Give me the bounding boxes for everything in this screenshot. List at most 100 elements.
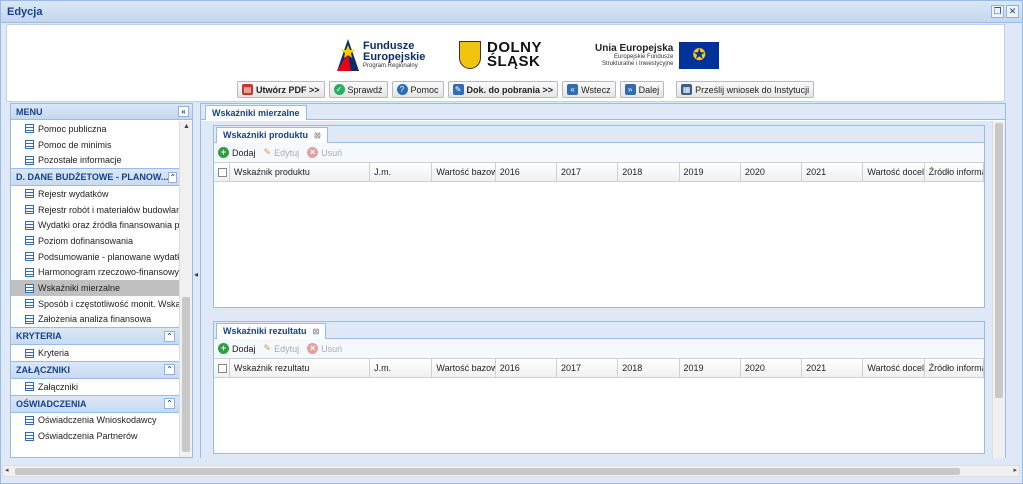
hscroll-thumb[interactable] [15,468,960,475]
group-dane-budzetowe[interactable]: D. DANE BUDŻETOWE - PLANOW... ⌃ [11,168,179,187]
add-icon: + [218,343,229,354]
edit-button[interactable]: ✎ Edytuj [264,147,300,158]
sidebar-item[interactable]: Rejestr robót i materiałów budowlanych [11,202,179,218]
eagle-shield-icon [459,41,481,69]
sidebar-item[interactable]: Harmonogram rzeczowo-finansowy [11,265,179,281]
check-button[interactable]: ✓ Sprawdź [328,81,388,98]
column-header[interactable]: 2021 [802,359,864,377]
column-header[interactable]: Wartość bazowa [432,359,496,377]
send-application-label: Prześlij wniosek do Instytucji [695,84,810,95]
sidebar-item[interactable]: Podsumowanie - planowane wydatki w [11,249,179,265]
document-list-icon [25,314,34,324]
add-button[interactable]: + Dodaj [218,343,256,354]
sidebar-item[interactable]: Załączniki [11,379,179,395]
sidebar-item[interactable]: Poziom dofinansowania [11,233,179,249]
sidebar-item[interactable]: Kryteria [11,345,179,361]
sidebar-item[interactable]: Oświadczenia Partnerów [11,428,179,444]
column-header[interactable]: 2021 [802,163,864,181]
select-all-checkbox[interactable] [214,163,230,181]
group-kryteria[interactable]: KRYTERIA ⌃ [11,327,179,346]
column-header[interactable]: 2020 [741,359,803,377]
edit-button[interactable]: ✎ Edytuj [264,343,300,354]
help-button[interactable]: ? Pomoc [391,81,444,98]
column-header[interactable]: 2018 [618,359,680,377]
create-pdf-button[interactable]: ▤ Utwórz PDF >> [237,81,325,98]
tab-label: Wskaźniki rezultatu [223,326,307,336]
add-button[interactable]: + Dodaj [218,147,256,158]
column-header[interactable]: 2017 [557,163,619,181]
column-header[interactable]: Wartość docelowa [863,359,925,377]
group-zalaczniki[interactable]: ZAŁĄCZNIKI ⌃ [11,360,179,379]
column-header[interactable]: J.m. [370,163,433,181]
sidebar-scroll-thumb[interactable] [182,297,190,452]
back-button[interactable]: « Wstecz [562,81,616,98]
sidebar-item[interactable]: Wskaźniki mierzalne [11,280,179,296]
group-oswiadczenia[interactable]: OŚWIADCZENIA ⌃ [11,394,179,413]
sidebar-item[interactable]: Oświadczenia Wnioskodawcy [11,413,179,429]
sidebar-item-label: Kryteria [38,348,70,359]
tab-result[interactable]: Wskaźniki rezultatu ⊠ [216,323,327,339]
document-list-icon [25,415,34,425]
column-header[interactable]: Wskaźnik produktu [230,163,371,181]
sidebar-item[interactable]: Wydatki oraz źródła finansowania projekt… [11,217,179,233]
logos-row: Fundusze Europejskie Program Regionalny … [337,37,720,73]
product-indicators-panel: Wskaźniki produktu ⊠ + Dodaj ✎ Edytuj × … [213,125,985,308]
scroll-up-icon[interactable]: ▲ [183,123,190,130]
sidebar-item[interactable]: Pomoc de minimis [11,137,179,153]
column-header[interactable]: 2018 [618,163,680,181]
result-indicators-panel: Wskaźniki rezultatu ⊠ + Dodaj ✎ Edytuj ×… [213,321,985,454]
document-list-icon [25,189,34,199]
sidebar-item[interactable]: Założenia analiza finansowa [11,312,179,328]
checkbox-icon [218,167,227,177]
column-header[interactable]: 2016 [496,163,557,181]
column-header[interactable]: Wskaźnik rezultatu [230,359,371,377]
column-header[interactable]: Źródło informacji [925,359,984,377]
column-header[interactable]: Źródło informacji [925,163,984,181]
download-docs-button[interactable]: ✎ Dok. do pobrania >> [447,81,559,98]
restore-icon[interactable]: ❐ [991,5,1004,18]
select-all-checkbox[interactable] [214,359,230,377]
document-list-icon [25,124,34,134]
send-application-button[interactable]: ▦ Prześlij wniosek do Instytucji [676,81,815,98]
close-tab-icon[interactable]: ⊠ [314,128,321,143]
main-scrollbar[interactable] [992,121,1005,458]
sidebar-scrollbar[interactable]: ▲ [179,121,192,457]
scroll-right-icon[interactable]: ▸ [1013,466,1017,474]
delete-button[interactable]: × Usuń [307,147,342,158]
column-header[interactable]: 2016 [496,359,557,377]
window-title: Edycja [7,5,43,18]
sidebar-item[interactable]: Pomoc publiczna [11,121,179,137]
next-label: Dalej [638,84,660,95]
sidebar-item-label: Poziom dofinansowania [38,235,134,246]
next-button[interactable]: » Dalej [619,81,665,98]
delete-label: Usuń [321,147,343,158]
column-header[interactable]: 2017 [557,359,619,377]
collapse-sidebar-icon[interactable]: « [178,106,189,117]
delete-button[interactable]: × Usuń [307,343,342,354]
column-header[interactable]: Wartość docelowa [863,163,925,181]
column-header[interactable]: 2020 [741,163,803,181]
help-icon: ? [396,84,408,95]
column-header[interactable]: 2019 [680,163,741,181]
main-scroll-thumb[interactable] [995,123,1003,398]
scroll-left-icon[interactable]: ◂ [5,466,9,474]
fundusze-europejskie-logo: Fundusze Europejskie Program Regionalny [337,39,447,71]
window-hscrollbar[interactable]: ◂ ▸ [2,465,1020,477]
column-header[interactable]: 2019 [680,359,741,377]
tab-product[interactable]: Wskaźniki produktu ⊠ [216,127,328,143]
collapse-group-icon[interactable]: ⌃ [168,171,178,183]
panel-tab-strip: Wskaźniki rezultatu ⊠ [214,322,984,339]
sidebar-item[interactable]: Pozostałe informacje [11,152,179,168]
sidebar-item[interactable]: Rejestr wydatków [11,186,179,202]
sidebar-splitter[interactable]: ◂ [194,270,199,279]
column-header[interactable]: Wartość bazowa [432,163,496,181]
column-header[interactable]: J.m. [370,359,433,377]
sidebar-item[interactable]: Sposób i częstotliwość monit. Wskaźników [11,296,179,312]
collapse-group-icon[interactable]: ⌃ [164,398,175,410]
close-icon[interactable]: ✕ [1006,5,1019,18]
pencil-icon: ✎ [263,147,272,157]
tab-wskazniki-mierzalne[interactable]: Wskaźniki mierzalne [205,105,307,120]
collapse-group-icon[interactable]: ⌃ [164,330,175,342]
close-tab-icon[interactable]: ⊠ [313,324,320,339]
collapse-group-icon[interactable]: ⌃ [164,364,175,376]
